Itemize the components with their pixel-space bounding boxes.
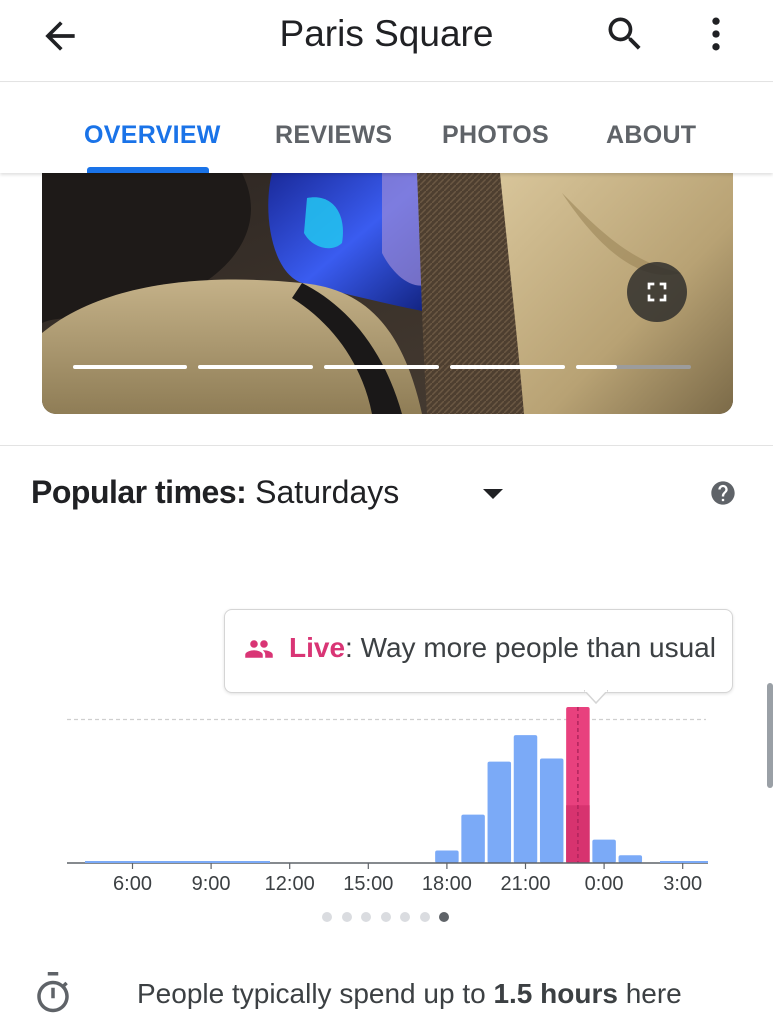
- scrollbar[interactable]: [767, 683, 773, 788]
- pager-dot[interactable]: [439, 912, 449, 922]
- story-progress-segment: [450, 365, 565, 369]
- tab-about[interactable]: ABOUT: [606, 121, 696, 150]
- pager-dot[interactable]: [341, 912, 352, 922]
- chart-bar: [461, 814, 485, 863]
- pager-dot[interactable]: [380, 912, 391, 922]
- story-progress-segment-current: [576, 365, 691, 369]
- x-tick-label: 21:00: [500, 873, 550, 895]
- x-tick-label: 18:00: [422, 873, 472, 895]
- chart-bar: [513, 735, 538, 863]
- popular-times-day: Saturdays: [255, 474, 400, 510]
- x-tick-label: 0:00: [585, 873, 624, 895]
- tab-overview[interactable]: OVERVIEW: [84, 121, 221, 150]
- arrow-drop-down-icon: [483, 489, 503, 499]
- tab-reviews[interactable]: REVIEWS: [275, 121, 392, 150]
- more-vert-icon: [712, 17, 720, 51]
- visit-duration-before: People typically spend up to: [137, 978, 494, 1009]
- timer-icon: [37, 972, 69, 1013]
- fullscreen-icon: [647, 282, 667, 302]
- day-dropdown[interactable]: [480, 486, 506, 502]
- place-title: Paris Square: [279, 13, 494, 54]
- active-tab-indicator: [87, 167, 209, 173]
- visit-duration-text: People typically spend up to 1.5 hours h…: [137, 978, 682, 1010]
- chart-bar: [487, 761, 512, 863]
- story-progress-segment: [324, 365, 439, 369]
- section-divider: [0, 445, 773, 446]
- live-status-text: Live: Way more people than usual: [289, 632, 716, 664]
- pager-dot[interactable]: [322, 912, 332, 922]
- fullscreen-button[interactable]: [627, 262, 687, 322]
- story-progress-segment: [198, 365, 313, 369]
- popular-times-header[interactable]: Popular times: Saturdays: [31, 474, 399, 511]
- popular-times-label: Popular times:: [31, 474, 247, 510]
- x-tick-label: 9:00: [192, 873, 231, 895]
- pager-dot[interactable]: [400, 912, 410, 922]
- people-icon: [245, 640, 273, 658]
- pager-dot[interactable]: [361, 912, 371, 922]
- help-icon: [711, 481, 735, 505]
- visit-duration-after: here: [617, 978, 682, 1009]
- popular-times-chart: 6:00 9:00 12:00 15:00 18:00 21:00 0:00 3:00: [67, 707, 708, 895]
- chart-bar: [539, 758, 564, 863]
- tab-photos[interactable]: PHOTOS: [442, 121, 549, 150]
- more-options-button[interactable]: [694, 12, 738, 56]
- tooltip-pointer: [584, 690, 608, 704]
- live-label: Live: [289, 632, 346, 663]
- live-separator: :: [345, 632, 353, 663]
- visit-duration-value: 1.5 hours: [493, 978, 618, 1009]
- search-icon: [608, 17, 641, 50]
- live-busyness-tooltip: Live: Way more people than usual: [224, 609, 733, 693]
- pager-dot[interactable]: [419, 912, 430, 922]
- tab-bar: OVERVIEW REVIEWS PHOTOS ABOUT: [0, 83, 773, 173]
- chart-bar: [618, 855, 643, 863]
- x-tick-label: 3:00: [663, 873, 702, 895]
- chart-bar: [592, 839, 616, 863]
- x-tick-label: 15:00: [343, 873, 393, 895]
- chart-bar: [435, 850, 459, 863]
- help-button[interactable]: [709, 479, 737, 507]
- app-bar: Paris Square: [0, 0, 773, 82]
- live-description: Way more people than usual: [352, 632, 716, 663]
- x-tick-label: 6:00: [113, 873, 152, 895]
- x-tick-label: 12:00: [265, 873, 315, 895]
- search-button[interactable]: [603, 12, 647, 56]
- story-progress-segment: [73, 365, 187, 369]
